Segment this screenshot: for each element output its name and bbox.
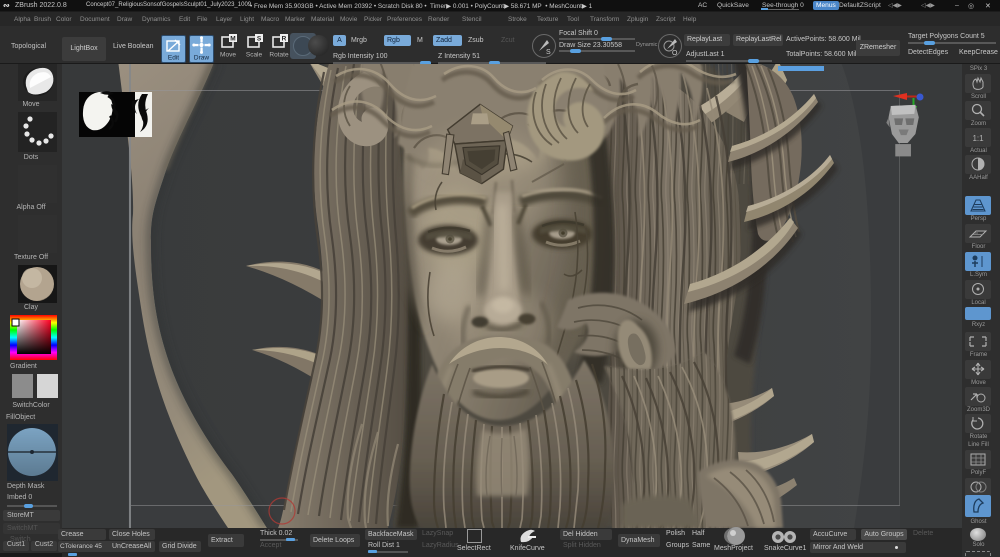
svg-text:Edit: Edit <box>168 55 179 62</box>
svg-text:S: S <box>546 49 551 56</box>
svg-text:Draw: Draw <box>194 55 209 62</box>
svg-text:O: O <box>672 50 678 57</box>
svg-text:R: R <box>282 36 287 43</box>
svg-text:Scale: Scale <box>246 52 263 59</box>
svg-text:Rotate: Rotate <box>269 52 289 59</box>
svg-text:1:1: 1:1 <box>972 134 984 143</box>
svg-text:Move: Move <box>220 52 236 59</box>
svg-text:S: S <box>257 36 262 43</box>
svg-text:M: M <box>230 36 235 43</box>
